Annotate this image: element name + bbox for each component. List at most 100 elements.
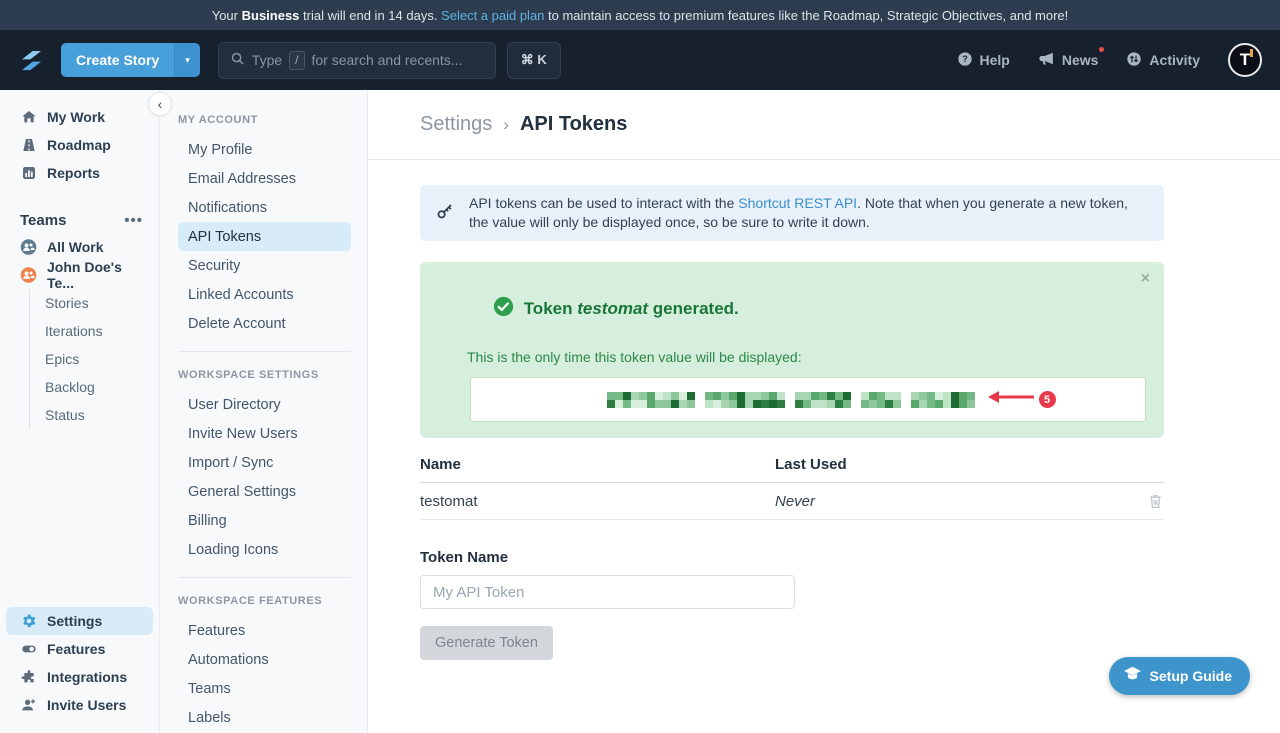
avatar-accent-mark [1250,49,1253,57]
puzzle-icon [20,669,37,685]
gear-icon [20,613,37,629]
sidebar-item-john-does-team[interactable]: John Doe's Te... [0,261,159,289]
sidebar-item-status[interactable]: Status [30,401,159,429]
settings-nav-item-labels[interactable]: Labels [178,703,351,732]
settings-nav-item-features[interactable]: Features [178,616,351,645]
settings-nav-item-general-settings[interactable]: General Settings [178,477,351,506]
avatar-letter: T [1240,50,1250,70]
sidebar-item-features[interactable]: Features [6,635,153,663]
sidebar-item-epics[interactable]: Epics [30,345,159,373]
help-label[interactable]: Help [980,52,1010,68]
activity-label[interactable]: Activity [1149,52,1200,68]
title-suffix: generated. [648,299,739,318]
generate-token-button[interactable]: Generate Token [420,626,553,660]
trial-banner: Your Business trial will end in 14 days.… [0,0,1280,30]
create-story-label[interactable]: Create Story [61,43,174,77]
token-generated-title: Token testomat generated. [436,276,1148,342]
sidebar-item-roadmap[interactable]: Roadmap [0,131,159,159]
breadcrumb-settings[interactable]: Settings [420,113,492,136]
search-placeholder-prefix: Type [252,52,282,68]
settings-nav: MY ACCOUNT My Profile Email Addresses No… [160,90,368,733]
new-token-form: Token Name Generate Token [420,549,1280,660]
section-header: WORKSPACE SETTINGS [178,369,351,381]
teams-section-header: Teams ••• [0,207,159,233]
settings-nav-item-delete-account[interactable]: Delete Account [178,309,351,338]
divider [178,351,351,352]
settings-nav-item-user-directory[interactable]: User Directory [178,390,351,419]
sidebar-item-label: All Work [47,239,104,255]
sidebar-item-label: Integrations [47,669,127,685]
sidebar-item-integrations[interactable]: Integrations [6,663,153,691]
sidebar-item-settings[interactable]: Settings [6,607,153,635]
settings-nav-item-loading-icons[interactable]: Loading Icons [178,535,351,564]
table-row: testomat Never [420,483,1164,520]
info-text-before: API tokens can be used to interact with … [469,195,738,211]
activity-menu[interactable]: Activity [1126,51,1200,70]
toggle-icon [20,641,37,657]
sidebar-item-label: Stories [45,295,89,311]
sidebar-bottom-nav: Settings Features Integrations Invite Us… [0,607,159,719]
settings-nav-item-invite-new-users[interactable]: Invite New Users [178,419,351,448]
trash-icon[interactable] [1147,492,1164,510]
shortcut-logo-icon[interactable] [18,47,45,74]
settings-nav-item-teams[interactable]: Teams [178,674,351,703]
search-input[interactable]: Type / for search and recents... [218,42,496,79]
token-name-input[interactable] [420,575,795,609]
token-name: testomat [577,299,648,318]
sidebar-item-reports[interactable]: Reports [0,159,159,187]
settings-nav-item-email-addresses[interactable]: Email Addresses [178,164,351,193]
sidebar-item-my-work[interactable]: My Work [0,103,159,131]
sidebar-item-label: Features [47,641,105,657]
settings-nav-item-linked-accounts[interactable]: Linked Accounts [178,280,351,309]
rest-api-link[interactable]: Shortcut REST API [738,195,857,211]
sidebar-item-label: Status [45,407,85,423]
breadcrumb: Settings › API Tokens [368,90,1280,160]
bar-chart-icon [20,165,37,181]
setup-guide-button[interactable]: Setup Guide [1109,657,1250,695]
close-icon[interactable]: × [1141,270,1150,288]
redacted-token [607,392,985,408]
create-story-button[interactable]: Create Story ▾ [61,43,200,77]
news-menu[interactable]: News [1038,50,1099,70]
settings-nav-item-my-profile[interactable]: My Profile [178,135,351,164]
annotation-arrow-icon [987,390,1037,409]
sidebar-item-invite-users[interactable]: Invite Users [6,691,153,719]
sidebar-item-stories[interactable]: Stories [30,289,159,317]
sidebar-collapse-button[interactable]: ‹ [148,92,172,116]
select-paid-plan-link[interactable]: Select a paid plan [441,8,544,23]
settings-nav-item-notifications[interactable]: Notifications [178,193,351,222]
trial-plan-name: Business [242,8,300,23]
settings-nav-item-security[interactable]: Security [178,251,351,280]
news-label[interactable]: News [1062,52,1099,68]
settings-nav-item-automations[interactable]: Automations [178,645,351,674]
settings-nav-item-api-tokens[interactable]: API Tokens [178,222,351,251]
top-nav: Create Story ▾ Type / for search and rec… [0,30,1280,90]
divider [178,577,351,578]
settings-nav-item-billing[interactable]: Billing [178,506,351,535]
sidebar-item-all-work[interactable]: All Work [0,233,159,261]
user-avatar[interactable]: T [1228,43,1262,77]
info-banner-text: API tokens can be used to interact with … [469,194,1148,232]
team-sub-nav: Stories Iterations Epics Backlog Status [29,289,159,429]
slash-key-hint: / [289,51,304,70]
help-menu[interactable]: ? Help [957,51,1010,70]
teams-overflow-menu-icon[interactable]: ••• [124,212,143,229]
trial-text-suffix: to maintain access to premium features l… [544,8,1068,23]
chevron-down-icon[interactable]: ▾ [174,43,200,77]
home-icon [20,109,37,125]
road-icon [20,137,37,153]
sidebar-item-iterations[interactable]: Iterations [30,317,159,345]
search-icon [230,51,245,69]
sidebar-item-backlog[interactable]: Backlog [30,373,159,401]
sidebar-item-label: Reports [47,165,100,181]
main-content: Settings › API Tokens API tokens can be … [368,90,1280,733]
app-body: ‹ My Work Roadmap Reports Teams ••• [0,90,1280,733]
settings-nav-item-import-sync[interactable]: Import / Sync [178,448,351,477]
annotation: 5 [987,390,1056,409]
svg-text:?: ? [962,54,968,64]
news-notification-dot [1097,45,1106,54]
token-row-name: testomat [420,493,775,510]
token-banner-subtitle: This is the only time this token value w… [467,349,1148,365]
trial-text-middle: trial will end in 14 days. [299,8,441,23]
check-circle-icon [436,276,514,342]
